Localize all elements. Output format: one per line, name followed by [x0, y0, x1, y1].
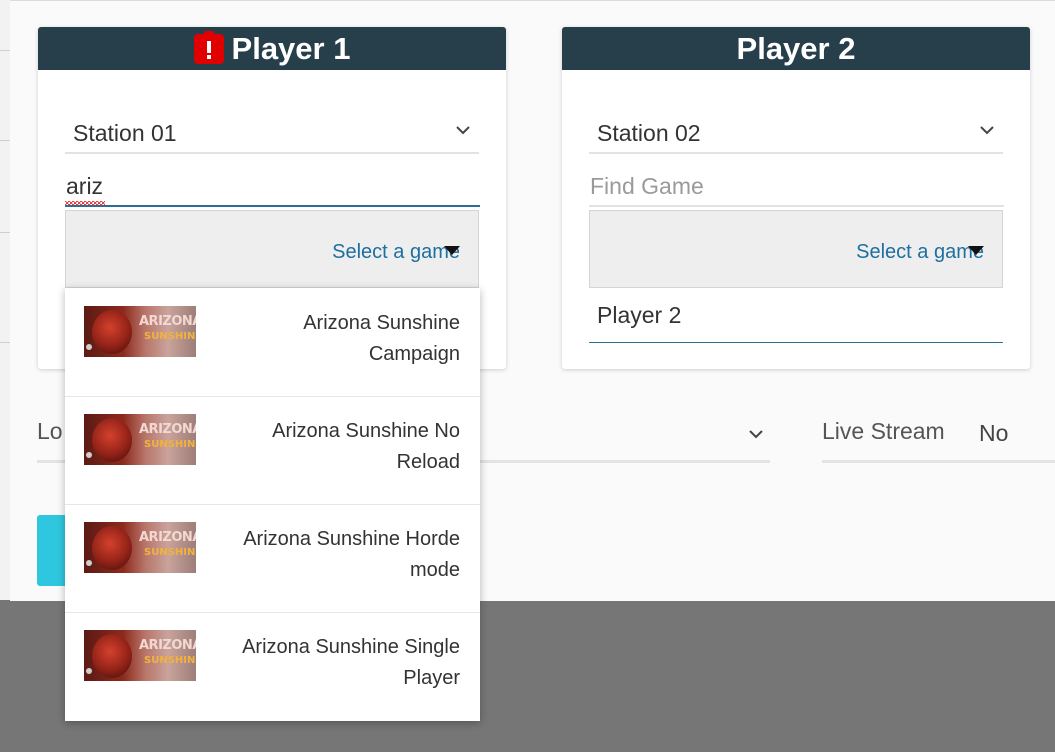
station-value: Station 02	[597, 120, 701, 146]
player1-find-game-input[interactable]	[65, 167, 480, 207]
player2-station-select[interactable]: Station 02	[589, 108, 1003, 154]
game-thumbnail: ARIZONA SUNSHINE	[84, 414, 196, 465]
player2-name-input[interactable]: Player 2	[589, 290, 1003, 343]
game-name: Arizona Sunshine Single Player	[242, 636, 460, 689]
game-select-label: Select a game	[332, 241, 460, 263]
caret-down-icon	[968, 246, 984, 255]
station-value: Station 01	[73, 120, 177, 146]
live-stream-field[interactable]: Live Stream No	[822, 406, 1055, 463]
dropdown-item[interactable]: ARIZONA SUNSHINE Arizona Sunshine No Rel…	[65, 396, 480, 505]
player2-title: Player 2	[736, 30, 856, 66]
game-thumbnail: ARIZONA SUNSHINE	[84, 306, 196, 357]
dropdown-item[interactable]: ARIZONA SUNSHINE Arizona Sunshine Horde …	[65, 504, 480, 613]
player1-game-select[interactable]: Select a game	[65, 210, 479, 288]
player2-header: Player 2	[562, 27, 1030, 70]
player2-game-select[interactable]: Select a game	[589, 210, 1003, 288]
game-dropdown-list: ARIZONA SUNSHINE Arizona Sunshine Campai…	[65, 288, 480, 721]
game-name: Arizona Sunshine Horde mode	[243, 528, 460, 581]
player2-card: Player 2 Station 02 Select a game Player…	[562, 27, 1030, 369]
player1-header: Player 1	[38, 27, 506, 70]
player2-find-game-input[interactable]	[589, 167, 1004, 207]
chevron-down-icon	[980, 126, 994, 135]
dropdown-item[interactable]: ARIZONA SUNSHINE Arizona Sunshine Campai…	[65, 288, 480, 397]
dropdown-item[interactable]: ARIZONA SUNSHINE Arizona Sunshine Single…	[65, 612, 480, 720]
game-thumbnail: ARIZONA SUNSHINE	[84, 630, 196, 681]
live-stream-label: Live Stream	[822, 418, 945, 444]
spellcheck-underline	[65, 201, 105, 205]
player1-station-select[interactable]: Station 01	[65, 108, 479, 154]
live-stream-value: No	[979, 420, 1009, 446]
alert-icon[interactable]	[193, 30, 224, 64]
game-name: Arizona Sunshine No Reload	[272, 420, 460, 473]
game-thumbnail: ARIZONA SUNSHINE	[84, 522, 196, 573]
chevron-down-icon	[456, 126, 470, 135]
caret-down-icon	[444, 246, 460, 255]
player1-title: Player 1	[231, 30, 351, 66]
location-label: Lo	[37, 418, 63, 444]
game-select-label: Select a game	[856, 241, 984, 263]
player2-name-value: Player 2	[597, 302, 682, 328]
game-name: Arizona Sunshine Campaign	[303, 312, 460, 365]
chevron-down-icon	[749, 430, 763, 439]
